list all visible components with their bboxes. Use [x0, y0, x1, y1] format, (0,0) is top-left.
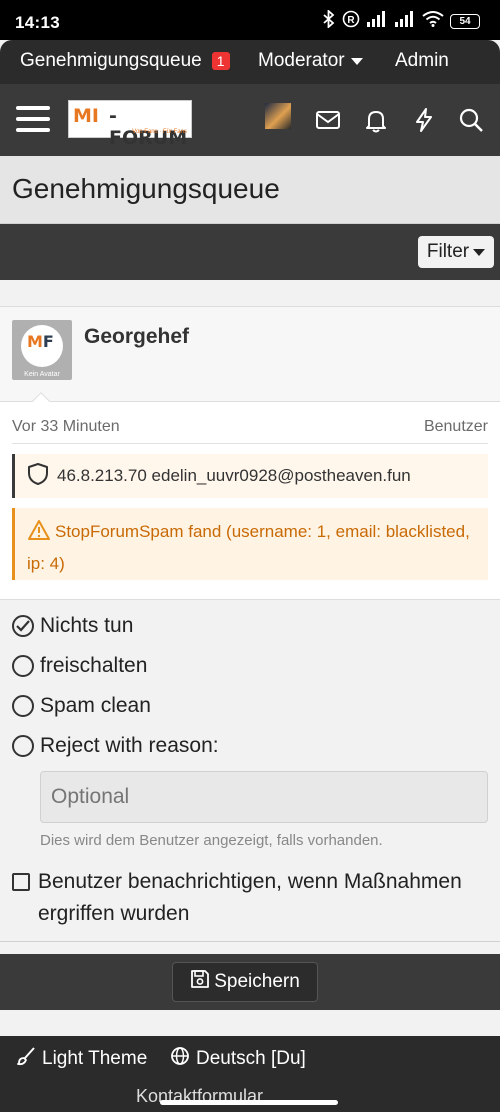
save-icon	[190, 969, 210, 995]
radio-spam-clean[interactable]: Spam clean	[12, 694, 151, 718]
radio-label: Reject with reason:	[40, 734, 219, 757]
radio-label: freischalten	[40, 654, 148, 677]
queue-item-details: Vor 33 Minuten Benutzer 46.8.213.70 edel…	[0, 402, 500, 600]
radio-circle-icon	[12, 655, 34, 677]
shield-icon	[27, 462, 49, 491]
avatar-initials: MF	[27, 332, 54, 351]
radio-label: Nichts tun	[40, 614, 134, 637]
bluetooth-icon	[322, 8, 336, 33]
radio-label: Spam clean	[40, 694, 151, 717]
paintbrush-icon	[16, 1046, 36, 1072]
caret-down-icon	[350, 50, 363, 72]
battery-indicator: 54	[450, 14, 480, 29]
item-meta: Vor 33 Minuten Benutzer	[12, 418, 488, 444]
site-logo[interactable]: MI -FORUM Von Fans · Für Fans	[68, 100, 192, 149]
moderator-label: Moderator	[258, 50, 345, 71]
check-circle-icon	[12, 615, 34, 637]
language-switch[interactable]: Deutsch [Du]	[170, 1046, 306, 1072]
reason-hint: Dies wird dem Benutzer angezeigt, falls …	[40, 832, 383, 849]
avatar-label: Kein Avatar	[24, 371, 60, 378]
site-header: MI -FORUM Von Fans · Für Fans	[0, 84, 500, 156]
avatar[interactable]: MF Kein Avatar	[12, 320, 72, 380]
page-title-bar: Genehmigungsqueue	[0, 156, 500, 224]
notify-user-checkbox-row[interactable]: Benutzer benachrichtigen, wenn Maßnahmen…	[12, 866, 482, 930]
moderator-menu[interactable]: Moderator	[258, 50, 363, 72]
theme-switch[interactable]: Light Theme	[16, 1046, 147, 1072]
warning-icon	[27, 519, 51, 550]
save-button[interactable]: Speichern	[172, 962, 318, 1002]
filter-bar: Filter	[0, 224, 500, 280]
radio-circle-icon	[12, 735, 34, 757]
save-bar: Speichern	[0, 954, 500, 1010]
item-type: Benutzer	[423, 418, 488, 435]
signal-icon-2	[394, 11, 416, 32]
admin-link[interactable]: Admin	[395, 50, 449, 72]
username[interactable]: Georgehef	[84, 325, 189, 349]
time-ago: Vor 33 Minuten	[12, 418, 120, 435]
wifi-icon	[422, 11, 444, 32]
notify-user-checkbox[interactable]	[12, 873, 30, 891]
user-avatar-thumbnail[interactable]	[265, 103, 291, 129]
save-label: Speichern	[214, 971, 300, 992]
registered-icon: R	[342, 10, 360, 33]
svg-text:R: R	[347, 15, 355, 26]
status-time: 14:13	[15, 13, 60, 32]
envelope-icon[interactable]	[314, 106, 342, 134]
spam-warning-box: StopForumSpam fand (username: 1, email: …	[12, 508, 488, 580]
language-label: Deutsch [Du]	[196, 1048, 306, 1069]
notify-user-label: Benutzer benachrichtigen, wenn Maßnahmen…	[38, 870, 462, 925]
approval-queue-label: Genehmigungsqueue	[20, 50, 202, 71]
page-title: Genehmigungsqueue	[12, 173, 280, 204]
radio-circle-icon	[12, 695, 34, 717]
theme-label: Light Theme	[42, 1048, 148, 1069]
radio-freischalten[interactable]: freischalten	[12, 654, 147, 678]
approval-count-badge: 1	[211, 52, 230, 70]
filter-button[interactable]: Filter	[418, 236, 494, 268]
logo-tagline: Von Fans · Für Fans	[132, 129, 187, 135]
reject-reason-input[interactable]	[40, 771, 488, 823]
approval-queue-link[interactable]: Genehmigungsqueue 1	[20, 50, 230, 72]
spam-warning-text: StopForumSpam fand (username: 1, email: …	[27, 522, 470, 573]
radio-reject-with-reason[interactable]: Reject with reason:	[12, 734, 219, 758]
home-indicator	[160, 1100, 338, 1105]
globe-icon	[170, 1046, 190, 1072]
signal-icon	[366, 11, 388, 32]
status-icons: R 54	[322, 8, 480, 33]
ip-email-text: 46.8.213.70 edelin_uuvr0928@postheaven.f…	[57, 466, 411, 485]
staff-bar: Genehmigungsqueue 1 Moderator Admin	[0, 40, 500, 84]
logo-mi: MI	[73, 105, 99, 127]
bell-icon[interactable]	[362, 106, 390, 134]
queue-item-header: MF Kein Avatar Georgehef	[0, 307, 500, 412]
radio-nichts-tun[interactable]: Nichts tun	[12, 614, 133, 638]
logo-forum: -FORUM	[109, 105, 188, 149]
filter-label: Filter	[426, 241, 470, 262]
admin-label: Admin	[395, 50, 449, 71]
queue-item-card: MF Kein Avatar Georgehef Vor 33 Minuten …	[0, 306, 500, 942]
search-icon[interactable]	[457, 106, 485, 134]
lightning-icon[interactable]	[410, 106, 438, 134]
menu-icon[interactable]	[16, 106, 50, 132]
ip-email-box: 46.8.213.70 edelin_uuvr0928@postheaven.f…	[12, 454, 488, 498]
caret-down-icon	[473, 241, 486, 263]
status-bar: 14:13 R 54	[0, 0, 500, 40]
